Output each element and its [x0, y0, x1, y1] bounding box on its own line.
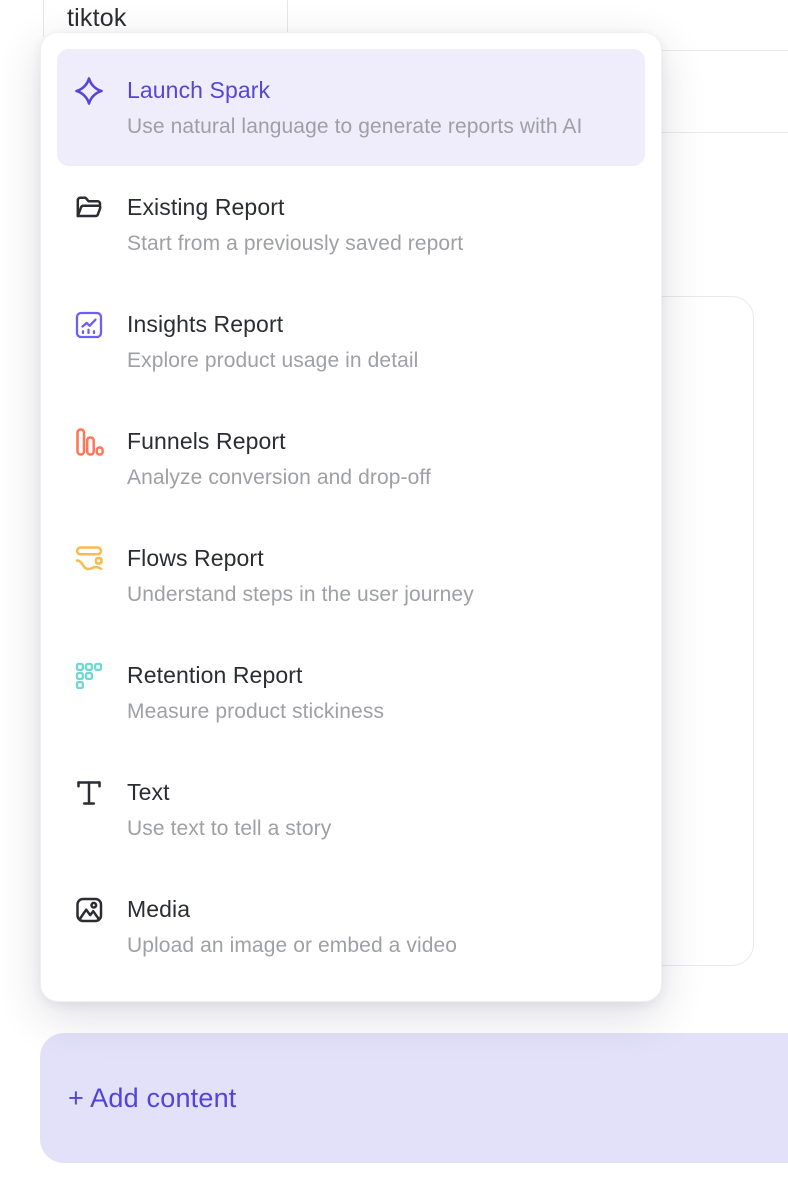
menu-item-title: Launch Spark [127, 75, 629, 105]
flows-icon [73, 543, 105, 575]
menu-item-title: Insights Report [127, 309, 629, 339]
menu-item-media[interactable]: Media Upload an image or embed a video [57, 868, 645, 985]
menu-item-insights-report[interactable]: Insights Report Explore product usage in… [57, 283, 645, 400]
menu-item-description: Upload an image or embed a video [127, 932, 607, 959]
menu-item-flows-report[interactable]: Flows Report Understand steps in the use… [57, 517, 645, 634]
menu-item-description: Use natural language to generate reports… [127, 113, 607, 140]
menu-item-text[interactable]: Text Use text to tell a story [57, 751, 645, 868]
menu-item-title: Funnels Report [127, 426, 629, 456]
text-icon [73, 777, 105, 809]
insights-chart-icon [73, 309, 105, 341]
background-text-block: tiktok [67, 4, 127, 33]
menu-item-description: Measure product stickiness [127, 698, 607, 725]
add-content-button[interactable]: + Add content [40, 1033, 788, 1163]
menu-item-title: Retention Report [127, 660, 629, 690]
menu-item-title: Existing Report [127, 192, 629, 222]
add-content-menu: Launch Spark Use natural language to gen… [40, 32, 662, 1002]
menu-item-description: Use text to tell a story [127, 815, 607, 842]
menu-item-description: Analyze conversion and drop-off [127, 464, 607, 491]
add-content-label: + Add content [68, 1083, 237, 1114]
menu-item-retention-report[interactable]: Retention Report Measure product stickin… [57, 634, 645, 751]
menu-item-title: Text [127, 777, 629, 807]
retention-grid-icon [73, 660, 105, 692]
menu-item-title: Flows Report [127, 543, 629, 573]
funnel-bars-icon [73, 426, 105, 458]
menu-item-funnels-report[interactable]: Funnels Report Analyze conversion and dr… [57, 400, 645, 517]
menu-item-description: Understand steps in the user journey [127, 581, 607, 608]
media-icon [73, 894, 105, 926]
menu-item-description: Explore product usage in detail [127, 347, 607, 374]
spark-icon [73, 75, 105, 107]
folder-icon [73, 192, 105, 224]
background-divider-left [43, 0, 44, 37]
menu-item-existing-report[interactable]: Existing Report Start from a previously … [57, 166, 645, 283]
menu-item-title: Media [127, 894, 629, 924]
menu-item-launch-spark[interactable]: Launch Spark Use natural language to gen… [57, 49, 645, 166]
menu-item-description: Start from a previously saved report [127, 230, 607, 257]
